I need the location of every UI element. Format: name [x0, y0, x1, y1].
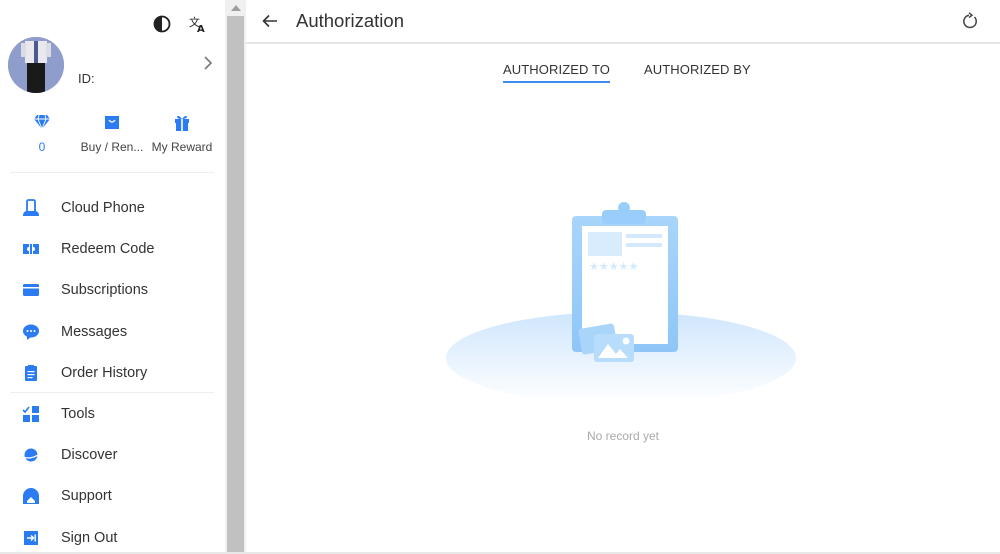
chat-bubble-icon [21, 323, 41, 341]
tools-grid-icon [21, 405, 41, 423]
nav-item-messages[interactable]: Messages [0, 311, 224, 352]
scroll-thumb[interactable] [227, 16, 244, 552]
nav-item-discover[interactable]: Discover [0, 434, 224, 475]
authorization-tabs: AUTHORIZED TO AUTHORIZED BY [503, 62, 751, 83]
planet-icon [21, 447, 41, 463]
back-arrow-icon[interactable] [260, 11, 280, 31]
cloud-phone-icon [21, 198, 41, 217]
nav-item-label: Support [61, 488, 112, 505]
nav-item-label: Cloud Phone [61, 199, 145, 216]
nav-item-redeem-code[interactable]: Redeem Code [0, 228, 224, 269]
nav-item-label: Subscriptions [61, 282, 149, 299]
support-icon [21, 487, 41, 505]
buy-renew-label: Buy / Ren... [80, 140, 144, 154]
nav-item-label: Messages [61, 323, 128, 340]
diamond-icon [10, 112, 74, 132]
divider [10, 172, 214, 173]
empty-state-message: No record yet [586, 429, 660, 443]
profile-card[interactable]: ID: [8, 37, 216, 97]
my-reward-label: My Reward [151, 140, 213, 154]
clipboard-icon [21, 364, 41, 382]
tab-authorized-by[interactable]: AUTHORIZED BY [644, 62, 751, 83]
page-header: Authorization [246, 0, 1000, 44]
nav-item-label: Tools [61, 405, 95, 422]
tab-authorized-to[interactable]: AUTHORIZED TO [503, 62, 610, 83]
nav-item-label: Sign Out [61, 529, 118, 546]
sidebar-top-actions: 文A [152, 14, 208, 34]
ticket-icon [21, 242, 41, 256]
nav-item-order-history[interactable]: Order History [0, 352, 224, 393]
sidebar: 文A ID: 0 Buy / Ren... My Reward Cloud Ph… [0, 0, 224, 554]
nav-item-sign-out[interactable]: Sign Out [0, 517, 224, 554]
sidebar-scrollbar[interactable] [225, 0, 246, 554]
quick-actions: 0 Buy / Ren... My Reward [10, 112, 214, 154]
scroll-up-arrow-icon[interactable] [225, 0, 246, 15]
gift-icon [150, 112, 214, 132]
chevron-right-icon[interactable] [200, 53, 216, 73]
empty-state-illustration: ★★★★★ [446, 198, 796, 404]
my-reward-button[interactable]: My Reward [150, 112, 214, 154]
page-title: Authorization [296, 10, 404, 31]
nav-item-label: Discover [61, 446, 118, 463]
nav-item-tools[interactable]: Tools [0, 393, 224, 434]
sign-out-icon [21, 530, 41, 546]
nav-item-label: Redeem Code [61, 240, 155, 257]
nav-item-subscriptions[interactable]: Subscriptions [0, 270, 224, 311]
buy-renew-button[interactable]: Buy / Ren... [80, 112, 144, 154]
main-panel: Authorization AUTHORIZED TO AUTHORIZED B… [246, 0, 1000, 554]
user-id-label: ID: [78, 71, 95, 86]
diamond-count: 0 [38, 140, 46, 154]
diamonds-button[interactable]: 0 [10, 112, 74, 154]
nav-group-main: Cloud Phone Redeem Code Subscriptions Me… [0, 187, 224, 393]
theme-toggle-icon[interactable] [152, 14, 172, 34]
nav-item-cloud-phone[interactable]: Cloud Phone [0, 187, 224, 228]
svg-text:A: A [197, 24, 205, 33]
shopping-bag-icon [80, 112, 144, 132]
refresh-icon[interactable] [960, 11, 980, 31]
nav-item-support[interactable]: Support [0, 476, 224, 517]
avatar[interactable] [8, 37, 64, 93]
translate-icon[interactable]: 文A [188, 14, 208, 34]
nav-item-label: Order History [61, 364, 148, 381]
svg-text:★★★★★: ★★★★★ [589, 260, 638, 273]
card-icon [21, 283, 41, 297]
nav-group-secondary: Tools Discover Support Sign Out [0, 393, 224, 554]
